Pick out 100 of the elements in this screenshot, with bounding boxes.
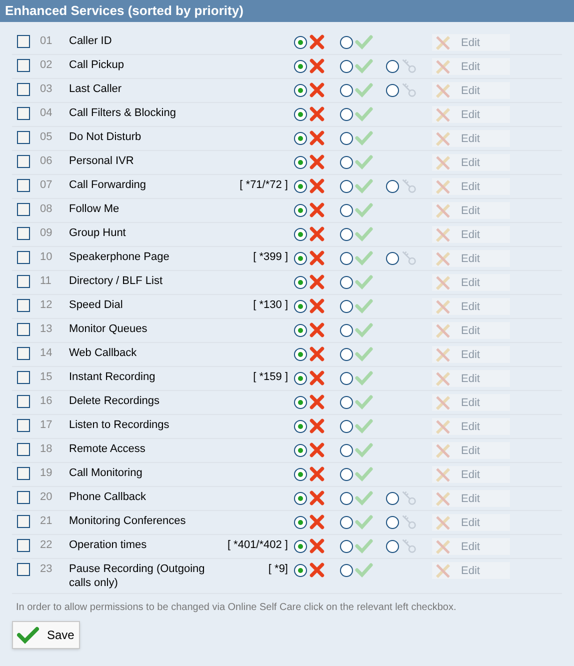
service-name: Call Pickup	[69, 58, 126, 72]
checkbox[interactable]	[17, 467, 30, 480]
checkbox[interactable]	[17, 347, 30, 360]
radio-button[interactable]	[294, 348, 307, 360]
tools-icon	[435, 274, 451, 290]
radio-button[interactable]	[340, 204, 353, 216]
radio-button[interactable]	[340, 180, 353, 192]
checkmark-icon	[355, 514, 373, 530]
save-button[interactable]: Save	[12, 621, 80, 649]
tools-icon	[435, 298, 451, 314]
radio-button[interactable]	[294, 276, 307, 288]
checkmark-icon	[355, 346, 373, 362]
checkbox[interactable]	[17, 515, 30, 528]
radio-button[interactable]	[294, 540, 307, 552]
radio-button[interactable]	[386, 516, 399, 528]
checkbox[interactable]	[17, 539, 30, 552]
radio-button[interactable]	[294, 324, 307, 336]
cross-icon	[309, 178, 325, 194]
radio-button[interactable]	[340, 348, 353, 360]
checkbox[interactable]	[17, 419, 30, 432]
radio-button[interactable]	[294, 108, 307, 120]
radio-button[interactable]	[340, 108, 353, 120]
radio-button[interactable]	[294, 228, 307, 240]
checkbox[interactable]	[17, 491, 30, 504]
checkmark-icon	[355, 34, 373, 50]
service-name: Call Forwarding	[69, 178, 148, 192]
radio-button[interactable]	[340, 372, 353, 384]
radio-button[interactable]	[386, 252, 399, 264]
radio-button[interactable]	[340, 540, 353, 552]
panel-title: Enhanced Services (sorted by priority)	[0, 0, 574, 22]
radio-button[interactable]	[340, 36, 353, 48]
checkbox[interactable]	[17, 275, 30, 288]
checkbox[interactable]	[17, 227, 30, 240]
radio-button[interactable]	[294, 300, 307, 312]
checkmark-icon	[355, 370, 373, 386]
cross-icon	[309, 442, 325, 458]
checkbox[interactable]	[17, 59, 30, 72]
tools-icon	[435, 106, 451, 122]
radio-button[interactable]	[294, 132, 307, 144]
row-number: 07	[40, 178, 54, 192]
radio-button[interactable]	[340, 252, 353, 264]
radio-button[interactable]	[340, 300, 353, 312]
checkbox[interactable]	[17, 443, 30, 456]
radio-button[interactable]	[386, 60, 399, 72]
radio-button[interactable]	[340, 84, 353, 96]
radio-button[interactable]	[340, 156, 353, 168]
radio-button[interactable]	[340, 492, 353, 504]
service-name: Phone Callback	[69, 490, 148, 504]
row-number: 03	[40, 82, 54, 96]
checkbox[interactable]	[17, 131, 30, 144]
radio-button[interactable]	[294, 180, 307, 192]
checkbox[interactable]	[17, 395, 30, 408]
radio-button[interactable]	[340, 276, 353, 288]
checkbox[interactable]	[17, 155, 30, 168]
radio-button[interactable]	[340, 468, 353, 480]
radio-button[interactable]	[340, 60, 353, 72]
radio-button[interactable]	[386, 84, 399, 96]
radio-button[interactable]	[294, 252, 307, 264]
checkbox[interactable]	[17, 203, 30, 216]
radio-button[interactable]	[294, 516, 307, 528]
service-name: Monitor Queues	[69, 322, 148, 336]
radio-button[interactable]	[294, 396, 307, 408]
radio-button[interactable]	[340, 324, 353, 336]
checkbox[interactable]	[17, 179, 30, 192]
checkbox[interactable]	[17, 323, 30, 336]
service-name: Speakerphone Page	[69, 250, 170, 264]
row-number: 22	[40, 538, 54, 552]
radio-button[interactable]	[294, 468, 307, 480]
checkbox[interactable]	[17, 107, 30, 120]
radio-button[interactable]	[294, 420, 307, 432]
checkbox[interactable]	[17, 299, 30, 312]
checkbox[interactable]	[17, 371, 30, 384]
radio-button[interactable]	[340, 516, 353, 528]
row-number: 21	[40, 514, 54, 528]
checkbox[interactable]	[17, 563, 30, 576]
checkbox[interactable]	[17, 83, 30, 96]
radio-button[interactable]	[340, 132, 353, 144]
radio-button[interactable]	[294, 492, 307, 504]
radio-button[interactable]	[294, 156, 307, 168]
radio-button[interactable]	[340, 564, 353, 576]
radio-button[interactable]	[340, 228, 353, 240]
radio-button[interactable]	[340, 444, 353, 456]
radio-button[interactable]	[386, 540, 399, 552]
cross-icon	[309, 538, 325, 554]
radio-button[interactable]	[294, 444, 307, 456]
radio-button[interactable]	[340, 396, 353, 408]
radio-button[interactable]	[386, 180, 399, 192]
service-name: Directory / BLF List	[69, 274, 164, 288]
radio-button[interactable]	[294, 204, 307, 216]
radio-button[interactable]	[294, 36, 307, 48]
radio-button[interactable]	[386, 492, 399, 504]
checkbox[interactable]	[17, 251, 30, 264]
checkmark-icon	[355, 394, 373, 410]
radio-button[interactable]	[294, 564, 307, 576]
radio-button[interactable]	[294, 372, 307, 384]
radio-button[interactable]	[294, 60, 307, 72]
checkbox[interactable]	[17, 35, 30, 48]
radio-button[interactable]	[340, 420, 353, 432]
radio-button[interactable]	[294, 84, 307, 96]
cross-icon	[309, 226, 325, 242]
